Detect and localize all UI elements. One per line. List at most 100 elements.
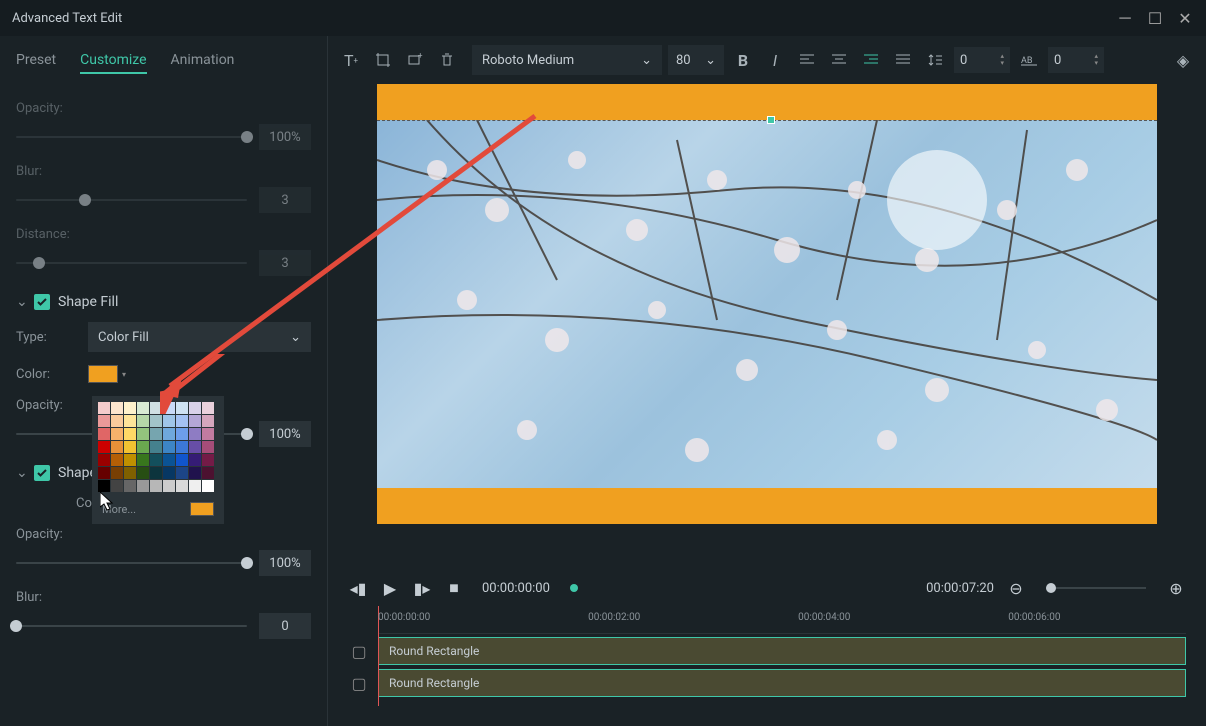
blur-slider[interactable] xyxy=(16,199,247,201)
zoom-out-icon[interactable]: ⊖ xyxy=(1006,578,1026,598)
color-cell[interactable] xyxy=(98,415,110,427)
timeline-clip[interactable]: Round Rectangle xyxy=(378,637,1186,665)
color-cell[interactable] xyxy=(137,480,149,492)
crop-icon[interactable] xyxy=(370,47,396,73)
color-swatch-button[interactable]: ▾ xyxy=(88,364,132,384)
color-cell[interactable] xyxy=(137,441,149,453)
color-cell[interactable] xyxy=(124,441,136,453)
step-forward-icon[interactable]: ▮▸ xyxy=(412,578,432,598)
color-cell[interactable] xyxy=(98,441,110,453)
color-cell[interactable] xyxy=(111,415,123,427)
tab-customize[interactable]: Customize xyxy=(80,48,146,74)
color-cell[interactable] xyxy=(176,402,188,414)
color-cell[interactable] xyxy=(111,428,123,440)
timeline-track[interactable]: ▢ Round Rectangle xyxy=(348,636,1186,666)
color-cell[interactable] xyxy=(98,467,110,479)
color-cell[interactable] xyxy=(111,467,123,479)
color-cell[interactable] xyxy=(98,428,110,440)
color-cell[interactable] xyxy=(150,428,162,440)
close-button[interactable]: ✕ xyxy=(1176,9,1194,27)
selection-handle[interactable] xyxy=(767,116,775,124)
opacity-value[interactable]: 100% xyxy=(259,124,311,150)
border-opacity-value[interactable]: 100% xyxy=(259,550,311,576)
rectangle-plus-icon[interactable]: + xyxy=(402,47,428,73)
color-cell[interactable] xyxy=(189,428,201,440)
zoom-slider[interactable] xyxy=(1046,587,1146,589)
color-cell[interactable] xyxy=(98,480,110,492)
color-cell[interactable] xyxy=(189,415,201,427)
color-cell[interactable] xyxy=(111,454,123,466)
zoom-in-icon[interactable]: ⊕ xyxy=(1166,578,1186,598)
color-cell[interactable] xyxy=(176,467,188,479)
color-cell[interactable] xyxy=(176,441,188,453)
line-height-input[interactable]: 0▴▾ xyxy=(954,47,1010,73)
border-blur-value[interactable]: 0 xyxy=(259,613,311,639)
color-cell[interactable] xyxy=(137,415,149,427)
color-cell[interactable] xyxy=(163,428,175,440)
timeline-track[interactable]: ▢ Round Rectangle xyxy=(348,668,1186,698)
color-cell[interactable] xyxy=(176,415,188,427)
color-cell[interactable] xyxy=(163,415,175,427)
center-target-icon[interactable]: ◈ xyxy=(1170,47,1196,73)
color-cell[interactable] xyxy=(137,467,149,479)
italic-icon[interactable]: I xyxy=(762,47,788,73)
color-cell[interactable] xyxy=(150,402,162,414)
color-cell[interactable] xyxy=(202,454,214,466)
stop-icon[interactable]: ■ xyxy=(444,578,464,598)
preview-frame[interactable] xyxy=(377,84,1157,524)
align-left-icon[interactable] xyxy=(794,47,820,73)
color-cell[interactable] xyxy=(163,467,175,479)
letter-spacing-input[interactable]: 0▴▾ xyxy=(1048,47,1104,73)
bold-icon[interactable]: B xyxy=(730,47,756,73)
color-cell[interactable] xyxy=(124,454,136,466)
color-cell[interactable] xyxy=(189,480,201,492)
color-cell[interactable] xyxy=(150,415,162,427)
maximize-button[interactable]: ☐ xyxy=(1146,9,1164,27)
distance-slider[interactable] xyxy=(16,262,247,264)
play-icon[interactable]: ▶ xyxy=(380,578,400,598)
color-cell[interactable] xyxy=(111,480,123,492)
border-opacity-slider[interactable] xyxy=(16,562,247,564)
distance-value[interactable]: 3 xyxy=(259,250,311,276)
color-cell[interactable] xyxy=(202,467,214,479)
color-cell[interactable] xyxy=(150,454,162,466)
add-text-icon[interactable]: T+ xyxy=(338,47,364,73)
align-center-icon[interactable] xyxy=(826,47,852,73)
color-cell[interactable] xyxy=(202,480,214,492)
tab-animation[interactable]: Animation xyxy=(171,48,235,74)
color-cell[interactable] xyxy=(124,415,136,427)
blur-value[interactable]: 3 xyxy=(259,187,311,213)
color-cell[interactable] xyxy=(111,402,123,414)
letter-spacing-icon[interactable]: AB xyxy=(1016,47,1042,73)
color-cell[interactable] xyxy=(137,454,149,466)
minimize-button[interactable]: ─ xyxy=(1116,9,1134,27)
color-cell[interactable] xyxy=(202,402,214,414)
shape-border-checkbox[interactable] xyxy=(34,465,50,481)
color-cell[interactable] xyxy=(98,402,110,414)
color-cell[interactable] xyxy=(176,480,188,492)
color-cell[interactable] xyxy=(189,454,201,466)
shape-fill-checkbox[interactable] xyxy=(34,294,50,310)
color-cell[interactable] xyxy=(163,441,175,453)
color-cell[interactable] xyxy=(124,402,136,414)
preview-canvas[interactable] xyxy=(328,84,1206,570)
color-cell[interactable] xyxy=(176,454,188,466)
line-height-icon[interactable] xyxy=(922,47,948,73)
color-cell[interactable] xyxy=(98,454,110,466)
type-select[interactable]: Color Fill ⌄ xyxy=(88,322,311,352)
tab-preset[interactable]: Preset xyxy=(16,48,56,74)
color-cell[interactable] xyxy=(150,480,162,492)
color-cell[interactable] xyxy=(202,415,214,427)
timeline-ruler[interactable]: 00:00:00:00 00:00:02:00 00:00:04:00 00:0… xyxy=(378,606,1186,634)
color-cell[interactable] xyxy=(189,467,201,479)
color-cell[interactable] xyxy=(124,428,136,440)
font-size-select[interactable]: 80⌄ xyxy=(668,45,724,75)
color-cell[interactable] xyxy=(111,441,123,453)
fill-opacity-value[interactable]: 100% xyxy=(259,421,311,447)
color-cell[interactable] xyxy=(137,428,149,440)
timeline-clip[interactable]: Round Rectangle xyxy=(378,669,1186,697)
color-cell[interactable] xyxy=(150,467,162,479)
color-cell[interactable] xyxy=(189,402,201,414)
color-cell[interactable] xyxy=(163,454,175,466)
color-cell[interactable] xyxy=(202,441,214,453)
